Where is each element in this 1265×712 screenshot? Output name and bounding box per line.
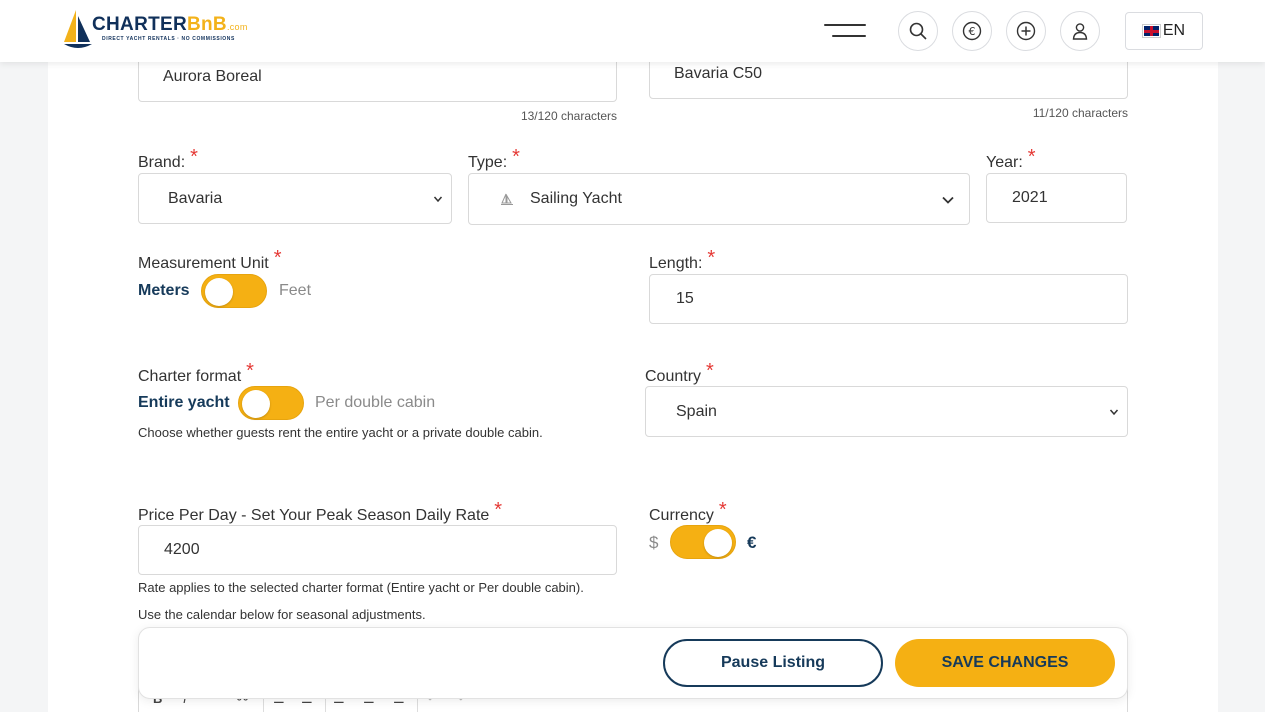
feet-option[interactable]: Feet bbox=[279, 282, 311, 300]
year-value: 2021 bbox=[1012, 189, 1048, 206]
charter-format-help: Choose whether guests rent the entire ya… bbox=[138, 425, 543, 440]
currency-toggle[interactable] bbox=[670, 525, 736, 559]
per-double-cabin-option[interactable]: Per double cabin bbox=[315, 394, 435, 412]
price-label: Price Per Day - Set Your Peak Season Dai… bbox=[138, 499, 503, 524]
year-label: Year: * bbox=[986, 146, 1036, 171]
logo-wordmark: CHARTERBnB.com bbox=[92, 14, 248, 35]
length-input[interactable]: 15 bbox=[649, 274, 1128, 324]
currency-button[interactable]: € bbox=[952, 11, 992, 51]
user-icon bbox=[1072, 23, 1088, 40]
usd-option[interactable]: $ bbox=[649, 533, 658, 553]
account-button[interactable] bbox=[1060, 11, 1100, 51]
brand-label: Brand: * bbox=[138, 146, 198, 171]
entire-yacht-option[interactable]: Entire yacht bbox=[138, 394, 230, 412]
chevron-down-icon bbox=[942, 196, 954, 204]
length-label: Length: * bbox=[649, 247, 716, 272]
menu-icon[interactable] bbox=[824, 22, 866, 40]
price-input[interactable]: 4200 bbox=[138, 525, 617, 575]
eur-option[interactable]: € bbox=[747, 533, 756, 553]
svg-text:€: € bbox=[969, 25, 976, 38]
yacht-name-counter: 13/120 characters bbox=[520, 109, 617, 123]
yacht-name-value: Aurora Boreal bbox=[163, 68, 262, 85]
add-listing-button[interactable] bbox=[1006, 11, 1046, 51]
charterbnb-logo[interactable]: CHARTERBnB.com DIRECT YACHT RENTALS · NO… bbox=[62, 8, 252, 52]
brand-select[interactable]: Bavaria bbox=[138, 173, 452, 224]
euro-icon: € bbox=[962, 21, 982, 41]
currency-label: Currency * bbox=[649, 499, 727, 524]
language-label: EN bbox=[1162, 22, 1186, 39]
logo-tagline: DIRECT YACHT RENTALS · NO COMMISSIONS bbox=[102, 36, 235, 42]
chevron-down-icon bbox=[1109, 409, 1119, 415]
brand-value: Bavaria bbox=[168, 189, 223, 207]
uk-flag-icon bbox=[1141, 24, 1161, 38]
sailboat-logo-icon bbox=[64, 10, 92, 48]
save-changes-button[interactable]: SAVE CHANGES bbox=[895, 639, 1115, 687]
year-input[interactable]: 2021 bbox=[986, 173, 1127, 223]
price-help-1: Rate applies to the selected charter for… bbox=[138, 580, 584, 595]
search-icon bbox=[909, 22, 927, 40]
length-value: 15 bbox=[676, 290, 694, 307]
chevron-down-icon bbox=[433, 196, 443, 202]
type-label: Type: * bbox=[468, 146, 520, 171]
sticky-action-bar: Pause Listing SAVE CHANGES bbox=[138, 627, 1128, 699]
search-button[interactable] bbox=[898, 11, 938, 51]
toggle-knob bbox=[242, 390, 270, 418]
country-label: Country * bbox=[645, 360, 714, 385]
toggle-knob bbox=[704, 529, 732, 557]
country-select[interactable]: Spain bbox=[645, 386, 1128, 437]
top-header: CHARTERBnB.com DIRECT YACHT RENTALS · NO… bbox=[0, 0, 1265, 62]
price-value: 4200 bbox=[164, 541, 200, 558]
toggle-knob bbox=[205, 278, 233, 306]
charter-format-label: Charter format * bbox=[138, 360, 254, 385]
pause-listing-button[interactable]: Pause Listing bbox=[663, 639, 883, 687]
measurement-unit-toggle[interactable] bbox=[201, 274, 267, 308]
meters-option[interactable]: Meters bbox=[138, 282, 190, 300]
language-selector[interactable]: EN bbox=[1125, 12, 1203, 50]
country-value: Spain bbox=[676, 402, 717, 420]
sailboat-icon bbox=[501, 193, 513, 205]
measurement-unit-label: Measurement Unit * bbox=[138, 247, 282, 272]
type-value: Sailing Yacht bbox=[530, 190, 622, 207]
plus-circle-icon bbox=[1016, 21, 1036, 41]
type-select[interactable]: Sailing Yacht bbox=[468, 173, 970, 225]
price-help-2: Use the calendar below for seasonal adju… bbox=[138, 607, 426, 622]
yacht-model-value: Bavaria C50 bbox=[674, 64, 763, 82]
charter-format-toggle[interactable] bbox=[238, 386, 304, 420]
yacht-model-counter: 11/120 characters bbox=[1032, 106, 1128, 120]
